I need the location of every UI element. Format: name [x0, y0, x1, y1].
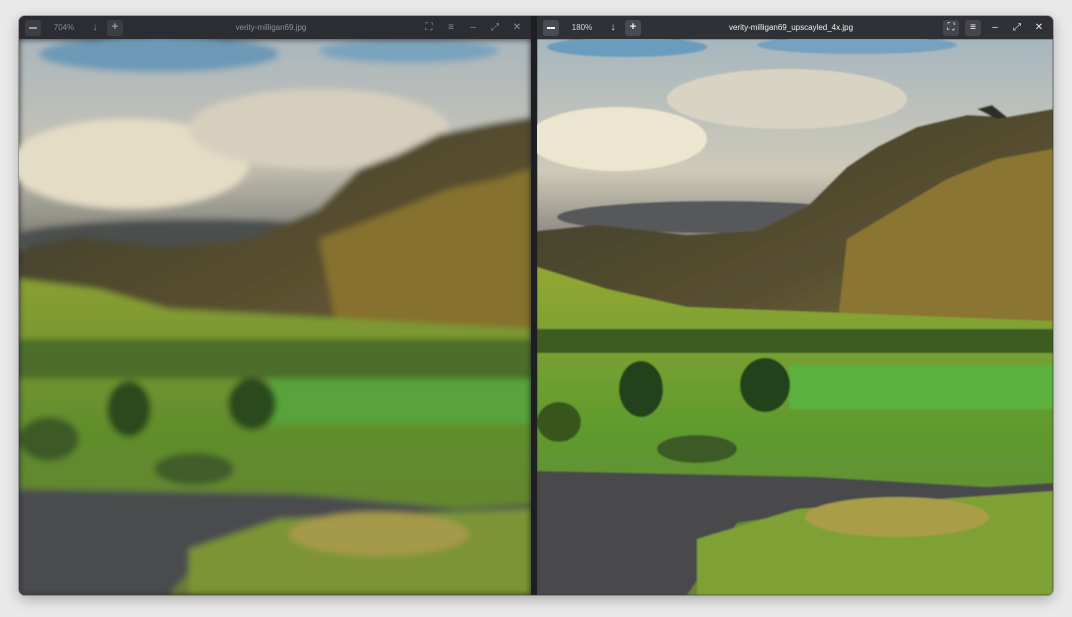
hamburger-menu-icon: ≡ [970, 21, 976, 33]
maximize-button[interactable]: ⤢ [487, 20, 503, 36]
close-button[interactable]: ✕ [1031, 20, 1047, 36]
right-image-viewer-window: 180% ↓ + verity-milligan69_upscayled_4x.… [537, 16, 1053, 595]
zoom-level: 180% [571, 23, 593, 32]
plus-icon: + [111, 21, 119, 33]
split-desktop: 704% ↓ + verity-milligan69.jpg ⛶ ≡ – ⤢ ✕… [19, 16, 1053, 595]
zoom-in-button[interactable]: + [107, 19, 123, 36]
maximize-icon: ⤢ [491, 21, 499, 33]
fullscreen-button[interactable]: ⛶ [943, 19, 959, 36]
download-button[interactable]: ↓ [87, 20, 103, 36]
fullscreen-icon: ⛶ [425, 21, 433, 33]
zoom-out-button[interactable] [25, 19, 41, 36]
zoom-out-button[interactable] [543, 19, 559, 36]
close-button[interactable]: ✕ [509, 20, 525, 36]
minimize-icon: – [470, 21, 476, 33]
left-image-viewer-window: 704% ↓ + verity-milligan69.jpg ⛶ ≡ – ⤢ ✕ [19, 16, 531, 595]
window-title: verity-milligan69_upscayled_4x.jpg [728, 23, 854, 32]
image-canvas[interactable] [537, 39, 1053, 595]
close-icon: ✕ [1034, 21, 1044, 33]
minus-icon [547, 26, 555, 29]
minimize-button[interactable]: – [987, 20, 1003, 36]
zoom-level: 704% [53, 23, 75, 32]
menu-button[interactable]: ≡ [965, 19, 981, 36]
close-icon: ✕ [512, 21, 522, 33]
minimize-button[interactable]: – [465, 20, 481, 36]
menu-button[interactable]: ≡ [443, 20, 459, 36]
fullscreen-button[interactable]: ⛶ [421, 20, 437, 36]
maximize-button[interactable]: ⤢ [1009, 20, 1025, 36]
hamburger-menu-icon: ≡ [448, 21, 454, 33]
landscape-image-upscaled [537, 39, 1053, 595]
arrow-down-icon: ↓ [610, 21, 616, 33]
plus-icon: + [629, 21, 637, 33]
image-canvas[interactable] [19, 39, 531, 595]
minus-icon [29, 26, 37, 29]
maximize-icon: ⤢ [1013, 21, 1021, 33]
window-title: verity-milligan69.jpg [235, 23, 307, 32]
fullscreen-icon: ⛶ [947, 21, 955, 33]
zoom-in-button[interactable]: + [625, 19, 641, 36]
minimize-icon: – [992, 21, 998, 33]
right-titlebar[interactable]: 180% ↓ + verity-milligan69_upscayled_4x.… [537, 16, 1053, 39]
left-titlebar[interactable]: 704% ↓ + verity-milligan69.jpg ⛶ ≡ – ⤢ ✕ [19, 16, 531, 39]
landscape-image-blurry [19, 39, 531, 595]
download-button[interactable]: ↓ [605, 20, 621, 36]
arrow-down-icon: ↓ [92, 21, 98, 33]
